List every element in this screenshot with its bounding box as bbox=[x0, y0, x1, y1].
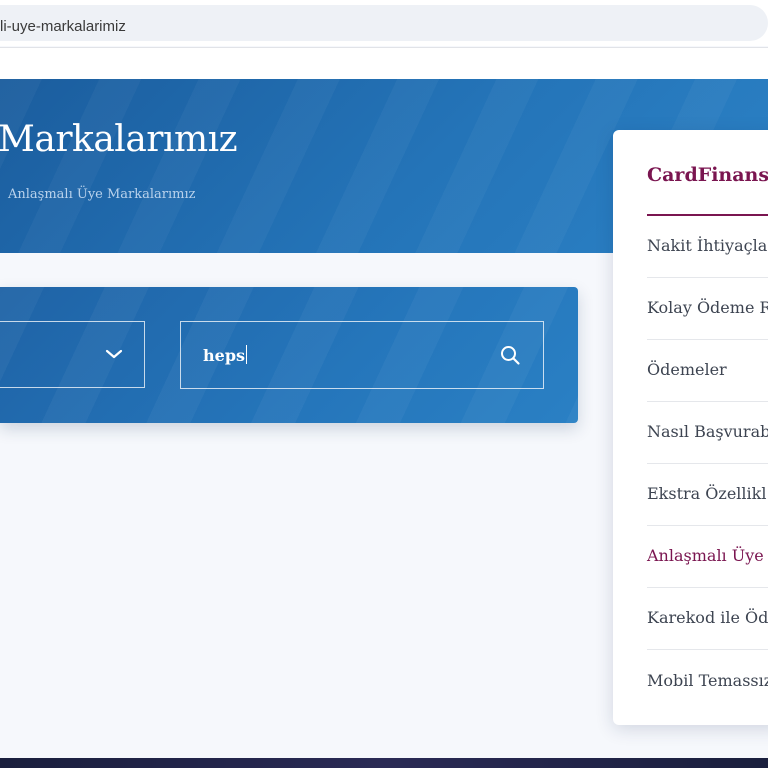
url-text[interactable]: li-uye-markalarimiz bbox=[0, 18, 126, 35]
brand-search-box[interactable]: heps bbox=[180, 321, 544, 389]
brand-search-panel: heps bbox=[0, 287, 578, 423]
side-menu-title: CardFinans I bbox=[647, 164, 768, 186]
sidebar-item-label: Kolay Ödeme R bbox=[647, 298, 768, 317]
search-query: heps bbox=[203, 346, 246, 365]
text-cursor bbox=[246, 345, 248, 364]
sidebar-item-nakit-ihtiyaclar[interactable]: Nakit İhtiyaçla bbox=[647, 216, 768, 278]
sidebar-item-label: Karekod ile Öd bbox=[647, 608, 768, 627]
cardfinans-side-menu: CardFinans I Nakit İhtiyaçla Kolay Ödeme… bbox=[613, 130, 768, 725]
sidebar-item-label: Anlaşmalı Üye bbox=[647, 546, 764, 565]
site-header-strip bbox=[0, 48, 768, 79]
sidebar-item-karekod-ile-odeme[interactable]: Karekod ile Öd bbox=[647, 588, 768, 650]
sidebar-item-label: Nasıl Başvurab bbox=[647, 422, 768, 441]
chevron-down-icon[interactable] bbox=[104, 344, 124, 364]
sidebar-item-label: Ekstra Özellikl bbox=[647, 484, 767, 503]
sidebar-item-anlasmali-uye[interactable]: Anlaşmalı Üye bbox=[647, 526, 768, 588]
sidebar-item-kolay-odeme[interactable]: Kolay Ödeme R bbox=[647, 278, 768, 340]
sidebar-item-ekstra-ozellikler[interactable]: Ekstra Özellikl bbox=[647, 464, 768, 526]
breadcrumb[interactable]: Anlaşmalı Üye Markalarımız bbox=[8, 187, 196, 202]
sidebar-item-mobil-temassiz[interactable]: Mobil Temassız bbox=[647, 651, 768, 713]
sidebar-item-label: Ödemeler bbox=[647, 360, 727, 379]
sidebar-item-label: Mobil Temassız bbox=[647, 671, 768, 690]
page-title: Markalarımız bbox=[0, 119, 238, 160]
category-dropdown[interactable] bbox=[0, 321, 145, 388]
sidebar-item-odemeler[interactable]: Ödemeler bbox=[647, 340, 768, 402]
sidebar-item-nasil-basvurabilirim[interactable]: Nasıl Başvurab bbox=[647, 402, 768, 464]
search-input[interactable]: heps bbox=[203, 345, 248, 365]
footer-strip bbox=[0, 758, 768, 768]
search-icon[interactable] bbox=[499, 344, 521, 366]
browser-address-bar: li-uye-markalarimiz bbox=[0, 0, 768, 46]
sidebar-item-label: Nakit İhtiyaçla bbox=[647, 236, 768, 255]
url-field[interactable]: li-uye-markalarimiz bbox=[0, 5, 768, 41]
